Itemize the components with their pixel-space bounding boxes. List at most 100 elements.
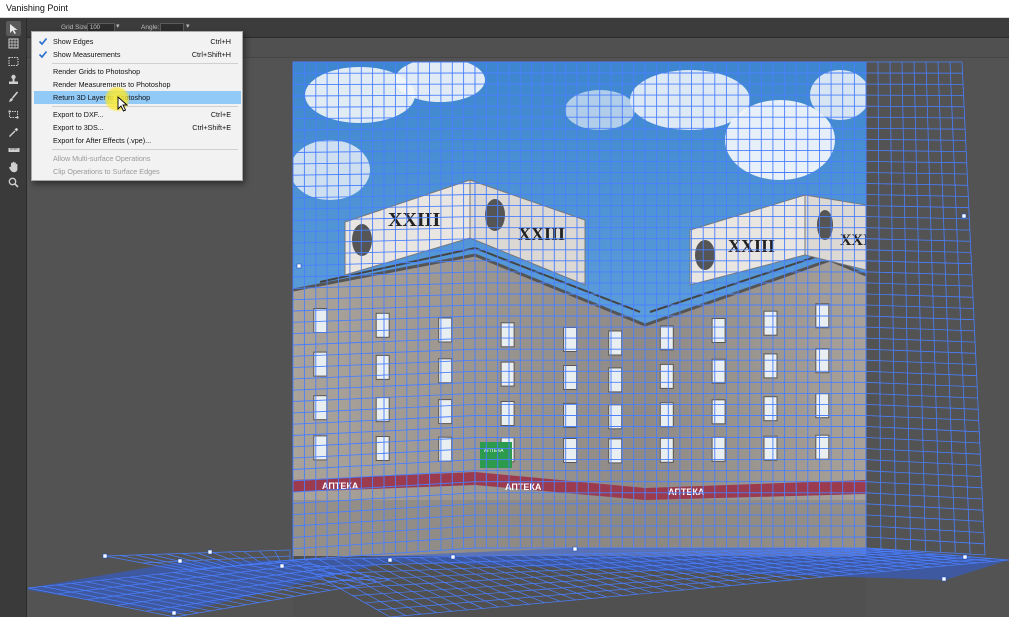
cloud — [293, 140, 370, 200]
building-window — [763, 310, 778, 336]
plane-control-handle[interactable] — [207, 549, 213, 555]
zoom-tool[interactable] — [6, 175, 21, 190]
measure-tool[interactable] — [6, 142, 21, 157]
transform-tool-icon — [8, 110, 19, 119]
menu-item-label: Render Grids to Photoshop — [53, 67, 141, 76]
menu-item-show-measurements[interactable]: Show Measurements Ctrl+Shift+H — [34, 48, 241, 61]
building-window — [659, 437, 674, 463]
billboard-portrait — [352, 224, 372, 256]
grid-line — [865, 94, 964, 96]
menu-item-export-after-effects[interactable]: Export for After Effects (.vpe)... — [34, 134, 241, 147]
billboard-text: XXIII — [840, 232, 882, 249]
building-window — [375, 436, 390, 461]
settings-menu[interactable]: Show Edges Ctrl+H Show Measurements Ctrl… — [31, 31, 243, 181]
marquee-tool[interactable] — [6, 54, 21, 69]
billboard-portrait — [695, 240, 715, 270]
building-window — [711, 436, 726, 462]
plane-control-handle[interactable] — [941, 576, 947, 582]
plane-control-handle[interactable] — [962, 554, 968, 560]
brush-tool-icon — [9, 90, 19, 102]
plane-control-handle[interactable] — [961, 213, 967, 219]
stamp-tool-icon — [9, 74, 18, 84]
building-window — [659, 363, 674, 389]
eyedropper-tool-icon — [9, 127, 19, 137]
menu-item-label: Show Edges — [53, 37, 94, 46]
menu-item-render-measurements[interactable]: Render Measurements to Photoshop — [34, 78, 241, 91]
grid-size-dropdown-icon[interactable]: ▾ — [116, 22, 120, 30]
plane-control-handle[interactable] — [572, 546, 578, 552]
menu-item-shortcut: Ctrl+H — [210, 37, 231, 46]
plane-control-handle[interactable] — [171, 610, 177, 616]
building-window — [815, 348, 830, 374]
create-plane-tool-icon — [8, 38, 19, 49]
menu-item-label: Return 3D Layer to Photoshop — [53, 93, 151, 102]
pharmacy-sign — [480, 442, 512, 468]
photo: XXIII XXIII XXIII XXIII АПТЕКА АПТЕКА АП… — [293, 62, 882, 617]
menu-item-shortcut: Ctrl+Shift+H — [191, 50, 231, 59]
grid-plane-far-right[interactable] — [865, 61, 986, 556]
edit-plane-tool-icon — [9, 23, 17, 34]
building-window — [711, 318, 726, 343]
menu-item-render-grids[interactable]: Render Grids to Photoshop — [34, 65, 241, 78]
menu-item-return-3d-layer[interactable]: Return 3D Layer to Photoshop — [34, 91, 241, 104]
menu-item-clip-operations: Clip Operations to Surface Edges — [34, 165, 241, 178]
menu-separator — [52, 63, 238, 64]
grid-line — [104, 549, 291, 557]
billboard-text: XXIII — [518, 224, 565, 244]
angle-label: Angle: — [141, 24, 160, 31]
menu-item-allow-multi-surface: Allow Multi-surface Operations — [34, 152, 241, 165]
checkmark-icon — [38, 37, 48, 46]
building-window — [711, 399, 726, 425]
building-window — [375, 354, 390, 380]
storefront-text: АПТЕКА — [668, 487, 705, 497]
menu-item-label: Clip Operations to Surface Edges — [53, 167, 160, 176]
hand-tool[interactable] — [6, 159, 21, 174]
plane-control-handle[interactable] — [450, 554, 456, 560]
grid-line — [865, 138, 966, 141]
marquee-tool-icon — [8, 57, 19, 66]
plane-control-handle[interactable] — [296, 263, 302, 269]
building-window — [815, 393, 830, 419]
building-window — [375, 397, 390, 423]
grid-size-label: Grid Size: — [61, 24, 90, 31]
menu-item-label: Export for After Effects (.vpe)... — [53, 136, 152, 145]
title-bar: Vanishing Point — [0, 0, 1009, 18]
building-window — [375, 312, 390, 338]
building-window — [763, 396, 778, 422]
grid-line — [865, 127, 966, 130]
menu-item-label: Export to 3DS... — [53, 123, 104, 132]
menu-item-show-edges[interactable]: Show Edges Ctrl+H — [34, 35, 241, 48]
plane-control-handle[interactable] — [177, 558, 183, 564]
menu-item-shortcut: Ctrl+Shift+E — [192, 123, 231, 132]
menu-item-label: Allow Multi-surface Operations — [53, 154, 151, 163]
hand-tool-icon — [9, 161, 18, 172]
building-window — [815, 434, 830, 460]
mouse-cursor-icon — [117, 96, 129, 112]
checkmark-icon — [38, 50, 48, 59]
window-title: Vanishing Point — [6, 3, 68, 13]
plane-control-handle[interactable] — [387, 557, 393, 563]
edit-plane-tool[interactable] — [6, 21, 21, 36]
brush-tool[interactable] — [6, 89, 21, 104]
building-window — [763, 353, 778, 379]
menu-item-export-dxf[interactable]: Export to DXF... Ctrl+E — [34, 108, 241, 121]
plane-control-handle[interactable] — [102, 553, 108, 559]
menu-item-label: Export to DXF... — [53, 110, 104, 119]
plane-control-handle[interactable] — [279, 563, 285, 569]
angle-dropdown-icon[interactable]: ▾ — [186, 22, 190, 30]
grid-line — [292, 83, 476, 86]
storefront-text: АПТЕКА — [505, 482, 542, 492]
billboard-text: XXIII — [388, 209, 440, 231]
menu-item-label: Show Measurements — [53, 50, 121, 59]
menu-item-shortcut: Ctrl+E — [210, 110, 231, 119]
stamp-tool[interactable] — [6, 72, 21, 87]
billboard-portrait — [485, 199, 505, 231]
measure-tool-icon — [8, 147, 19, 152]
zoom-tool-icon — [8, 177, 19, 188]
transform-tool[interactable] — [6, 107, 21, 122]
menu-item-export-3ds[interactable]: Export to 3DS... Ctrl+Shift+E — [34, 121, 241, 134]
grid-line — [865, 105, 965, 108]
create-plane-tool[interactable] — [6, 36, 21, 51]
eyedropper-tool[interactable] — [6, 125, 21, 140]
grid-line — [865, 116, 965, 119]
